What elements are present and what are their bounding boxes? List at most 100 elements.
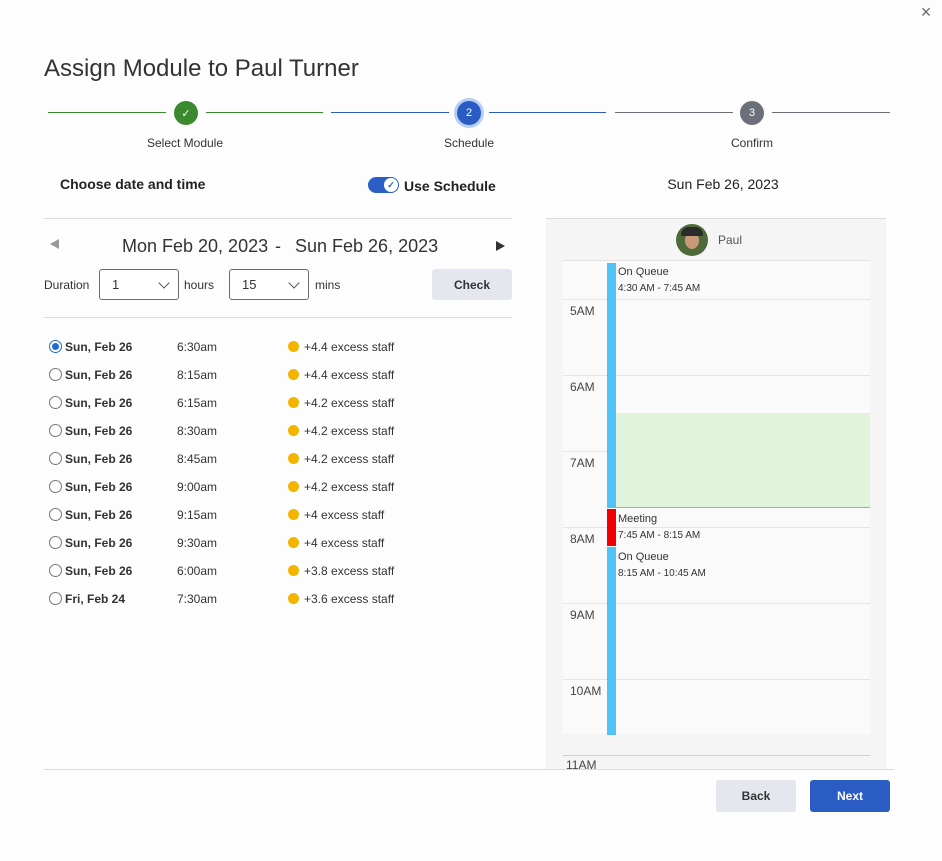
hour-label: 7AM: [570, 456, 595, 470]
step-3-pending: 3: [740, 101, 764, 125]
agent-name: Paul: [718, 233, 743, 247]
step-connector: [206, 112, 323, 113]
slot-day: Sun, Feb 26: [65, 424, 133, 438]
slot-staff: +4.4 excess staff: [304, 340, 395, 354]
list-item[interactable]: Sun, Feb 26 6:00am +3.8 excess staff: [48, 560, 468, 580]
list-item[interactable]: Sun, Feb 26 9:00am +4.2 excess staff: [48, 476, 468, 496]
step-connector: [48, 112, 166, 113]
use-schedule-label: Use Schedule: [404, 178, 496, 194]
slot-radio[interactable]: [49, 340, 62, 353]
slot-time: 9:00am: [177, 480, 218, 494]
divider: [44, 317, 512, 318]
status-dot-icon: [288, 481, 299, 492]
list-item[interactable]: Sun, Feb 26 8:45am +4.2 excess staff: [48, 448, 468, 468]
check-button[interactable]: Check: [432, 269, 512, 300]
slot-time: 6:00am: [177, 564, 218, 578]
status-dot-icon: [288, 397, 299, 408]
slot-radio[interactable]: [49, 396, 62, 409]
event-title: On Queue: [618, 266, 669, 278]
slot-time: 9:30am: [177, 536, 218, 550]
hour-label: 5AM: [570, 304, 595, 318]
next-week-icon[interactable]: [496, 241, 505, 251]
mins-unit: mins: [315, 278, 341, 292]
slot-staff: +4.2 excess staff: [304, 452, 395, 466]
step-connector: [489, 112, 606, 113]
meeting-bar[interactable]: [607, 509, 616, 546]
schedule-grid[interactable]: 5AM 6AM 7AM 8AM 9AM 10AM On Queue 4:30 A…: [563, 260, 870, 735]
mins-select[interactable]: 15: [229, 269, 309, 300]
event-time: 7:45 AM - 8:15 AM: [618, 530, 701, 541]
slot-radio[interactable]: [49, 480, 62, 493]
slot-radio[interactable]: [49, 508, 62, 521]
proposed-slot-highlight: [616, 413, 870, 508]
hour-label: 10AM: [570, 684, 602, 698]
event-title: On Queue: [618, 551, 669, 563]
status-dot-icon: [288, 453, 299, 464]
next-button[interactable]: Next: [810, 780, 890, 812]
slot-radio[interactable]: [49, 592, 62, 605]
slot-staff: +3.8 excess staff: [304, 564, 395, 578]
step-1-complete-icon: ✓: [174, 101, 198, 125]
list-item[interactable]: Sun, Feb 26 6:15am +4.2 excess staff: [48, 392, 468, 412]
step-2-current: 2: [457, 101, 481, 125]
range-end: Sun Feb 26, 2023: [295, 236, 439, 256]
schedule-panel: Paul 5AM 6AM 7AM 8AM 9AM 10AM On Queue 4…: [546, 218, 886, 769]
close-icon[interactable]: ×: [916, 2, 936, 23]
list-item[interactable]: Sun, Feb 26 9:30am +4 excess staff: [48, 532, 468, 552]
slot-day: Sun, Feb 26: [65, 368, 133, 382]
slot-staff: +3.6 excess staff: [304, 592, 395, 606]
slot-time: 9:15am: [177, 508, 218, 522]
event-time: 8:15 AM - 10:45 AM: [618, 568, 706, 579]
status-dot-icon: [288, 425, 299, 436]
slot-staff: +4.2 excess staff: [304, 396, 395, 410]
slot-time: 6:30am: [177, 340, 218, 354]
slot-staff: +4 excess staff: [304, 508, 385, 522]
on-queue-bar[interactable]: [607, 547, 616, 735]
choose-date-time-heading: Choose date and time: [60, 176, 206, 192]
slot-staff: +4.2 excess staff: [304, 424, 395, 438]
slot-radio[interactable]: [49, 536, 62, 549]
hours-unit: hours: [184, 278, 215, 292]
divider: [44, 769, 894, 770]
slot-day: Sun, Feb 26: [65, 564, 133, 578]
assign-module-dialog: × Assign Module to Paul Turner ✓ Select …: [0, 0, 942, 861]
event-time: 4:30 AM - 7:45 AM: [618, 283, 701, 294]
slot-staff: +4.4 excess staff: [304, 368, 395, 382]
previous-week-icon[interactable]: [50, 239, 59, 249]
back-button[interactable]: Back: [716, 780, 796, 812]
slot-radio[interactable]: [49, 452, 62, 465]
divider: [563, 755, 870, 756]
list-item[interactable]: Sun, Feb 26 8:15am +4.4 excess staff: [48, 364, 468, 384]
list-item[interactable]: Sun, Feb 26 8:30am +4.2 excess staff: [48, 420, 468, 440]
slot-radio[interactable]: [49, 564, 62, 577]
hour-label: 8AM: [570, 532, 595, 546]
slot-time: 6:15am: [177, 396, 218, 410]
list-item[interactable]: Sun, Feb 26 6:30am +4.4 excess staff: [48, 336, 468, 356]
avatar-hat: [681, 227, 703, 236]
slot-staff: +4.2 excess staff: [304, 480, 395, 494]
schedule-date: Sun Feb 26, 2023: [667, 176, 779, 192]
step-connector: [615, 112, 733, 113]
hour-label: 9AM: [570, 608, 595, 622]
slot-radio[interactable]: [49, 368, 62, 381]
chevron-down-icon: [158, 277, 170, 289]
use-schedule-toggle[interactable]: ✓: [368, 177, 399, 193]
slot-time: 8:30am: [177, 424, 218, 438]
hour-label: 11AM: [566, 758, 597, 769]
list-item[interactable]: Sun, Feb 26 9:15am +4 excess staff: [48, 504, 468, 524]
on-queue-bar[interactable]: [607, 263, 616, 508]
list-item[interactable]: Fri, Feb 24 7:30am +3.6 excess staff: [48, 588, 468, 608]
chevron-down-icon: [288, 277, 300, 289]
hour-label: 6AM: [570, 380, 595, 394]
slot-radio[interactable]: [49, 424, 62, 437]
range-separator: -: [275, 236, 281, 256]
slot-staff: +4 excess staff: [304, 536, 385, 550]
slot-day: Fri, Feb 24: [65, 592, 126, 606]
step-label-select-module: Select Module: [146, 136, 224, 150]
hours-select[interactable]: 1: [99, 269, 179, 300]
mins-value: 15: [242, 277, 257, 292]
status-dot-icon: [288, 537, 299, 548]
slot-time: 8:45am: [177, 452, 218, 466]
status-dot-icon: [288, 565, 299, 576]
step-label-schedule: Schedule: [443, 136, 495, 150]
